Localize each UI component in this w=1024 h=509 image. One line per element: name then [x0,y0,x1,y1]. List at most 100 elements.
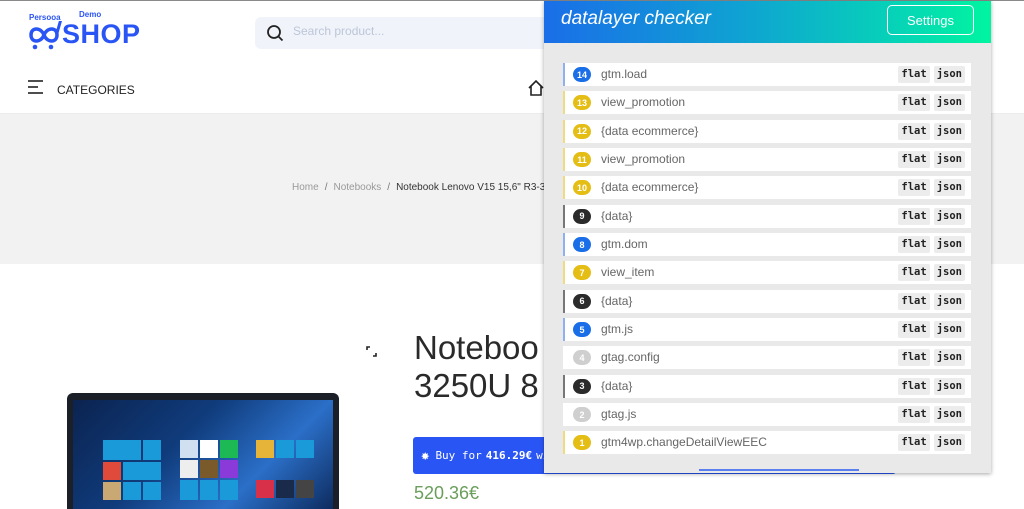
breadcrumb-home[interactable]: Home [292,182,319,193]
page: Persooa Demo SHOP CATEGORIES Home / Notebo… [0,0,1024,509]
search-icon[interactable] [266,24,284,47]
event-view-buttons: flat json [898,207,965,225]
flat-button[interactable]: flat [898,264,930,282]
event-view-buttons: flat json [898,321,965,339]
event-row[interactable]: 4 gtag.config flat json [563,346,971,370]
event-row[interactable]: 7 view_item flat json [563,261,971,285]
settings-button[interactable]: Settings [887,5,974,35]
cart-infinity-icon [29,21,62,50]
event-row[interactable]: 8 gtm.dom flat json [563,233,971,257]
event-row[interactable]: 1 gtm4wp.changeDetailViewEEC flat json [563,431,971,455]
json-button[interactable]: json [933,207,965,225]
flat-button[interactable]: flat [898,66,930,83]
json-button[interactable]: json [933,122,965,140]
json-button[interactable]: json [933,236,965,254]
event-name: gtag.config [601,350,660,365]
event-view-buttons: flat json [898,264,965,282]
event-view-buttons: flat json [898,94,965,112]
json-button[interactable]: json [933,434,965,452]
logo-demo-text: Demo [79,10,102,19]
json-button[interactable]: json [933,321,965,339]
json-button[interactable]: json [933,179,965,197]
json-button[interactable]: json [933,406,965,424]
breadcrumb-separator: / [387,182,391,193]
event-view-buttons: flat json [898,236,965,254]
event-view-buttons: flat json [898,66,965,83]
hamburger-icon [27,79,44,100]
breadcrumb-separator: / [324,182,328,193]
event-number-badge: 5 [573,322,591,338]
json-button[interactable]: json [933,377,965,395]
event-number-badge: 12 [573,123,591,139]
event-name: gtm.js [601,322,634,337]
laptop-screen [73,400,333,509]
product-image[interactable] [67,393,339,509]
event-number-badge: 11 [573,152,591,168]
event-row[interactable]: 11 view_promotion flat json [563,148,971,172]
event-row[interactable]: 6 {data} flat json [563,289,971,313]
event-row[interactable]: 14 gtm.load flat json [563,63,971,86]
json-button[interactable]: json [933,151,965,169]
event-row[interactable]: 13 view_promotion flat json [563,91,971,115]
event-view-buttons: flat json [898,179,965,197]
search-bar [255,17,555,49]
event-view-buttons: flat json [898,122,965,140]
flat-button[interactable]: flat [898,151,930,169]
event-name: gtm4wp.changeDetailViewEEC [601,435,767,450]
event-number-badge: 13 [573,95,591,111]
event-name: gtag.js [601,407,637,422]
flat-button[interactable]: flat [898,207,930,225]
event-view-buttons: flat json [898,377,965,395]
flat-button[interactable]: flat [898,179,930,197]
expand-image-icon[interactable] [366,344,377,362]
categories-menu[interactable]: CATEGORIES [27,79,135,100]
flat-button[interactable]: flat [898,349,930,367]
event-name: view_promotion [601,95,686,110]
flat-button[interactable]: flat [898,406,930,424]
home-icon[interactable] [527,79,545,102]
flat-button[interactable]: flat [898,321,930,339]
flat-button[interactable]: flat [898,94,930,112]
json-button[interactable]: json [933,292,965,310]
product-price: 520.36€ [414,483,480,503]
event-number-badge: 2 [573,407,591,423]
event-number-badge: 6 [573,293,591,309]
panel-header: datalayer checker Settings [544,1,991,43]
shop-logo[interactable]: Persooa Demo SHOP [27,10,167,51]
flat-button[interactable]: flat [898,122,930,140]
event-row[interactable]: 12 {data ecommerce} flat json [563,119,971,143]
flat-button[interactable]: flat [898,236,930,254]
breadcrumb-current: Notebook Lenovo V15 15,6" R3-3 [396,182,546,193]
json-button[interactable]: json [933,94,965,112]
event-row[interactable]: 5 gtm.js flat json [563,318,971,342]
event-row[interactable]: 3 {data} flat json [563,374,971,398]
event-number-badge: 4 [573,350,591,366]
event-name: {data} [601,208,633,223]
event-number-badge: 1 [573,435,591,451]
event-row[interactable]: 10 {data ecommerce} flat json [563,176,971,200]
event-view-buttons: flat json [898,292,965,310]
breadcrumb-notebooks[interactable]: Notebooks [333,182,381,193]
json-button[interactable]: json [933,66,965,83]
product-title-line2: 3250U 8 [414,367,539,404]
event-view-buttons: flat json [898,434,965,452]
event-row[interactable]: 2 gtag.js flat json [563,403,971,427]
event-name: gtm.load [601,67,648,81]
flat-button[interactable]: flat [898,377,930,395]
buy-discount-price: 416.29€ [485,449,533,462]
event-name: {data ecommerce} [601,180,699,195]
product-title: Noteboo 3250U 8 [414,329,539,405]
categories-label: CATEGORIES [57,82,135,97]
flat-button[interactable]: flat [898,292,930,310]
datalayer-checker-panel: datalayer checker Settings 1 4 gtm.load fla… [544,1,991,473]
scroll-indicator[interactable] [699,469,859,471]
event-name: {data} [601,378,633,393]
json-button[interactable]: json [933,264,965,282]
search-input[interactable] [293,24,533,38]
event-number-badge: 8 [573,237,591,253]
event-row[interactable]: 9 {data} flat json [563,204,971,228]
flat-button[interactable]: flat [898,434,930,452]
json-button[interactable]: json [933,349,965,367]
event-name: view_item [601,265,655,280]
product-title-line1: Noteboo [414,329,539,366]
